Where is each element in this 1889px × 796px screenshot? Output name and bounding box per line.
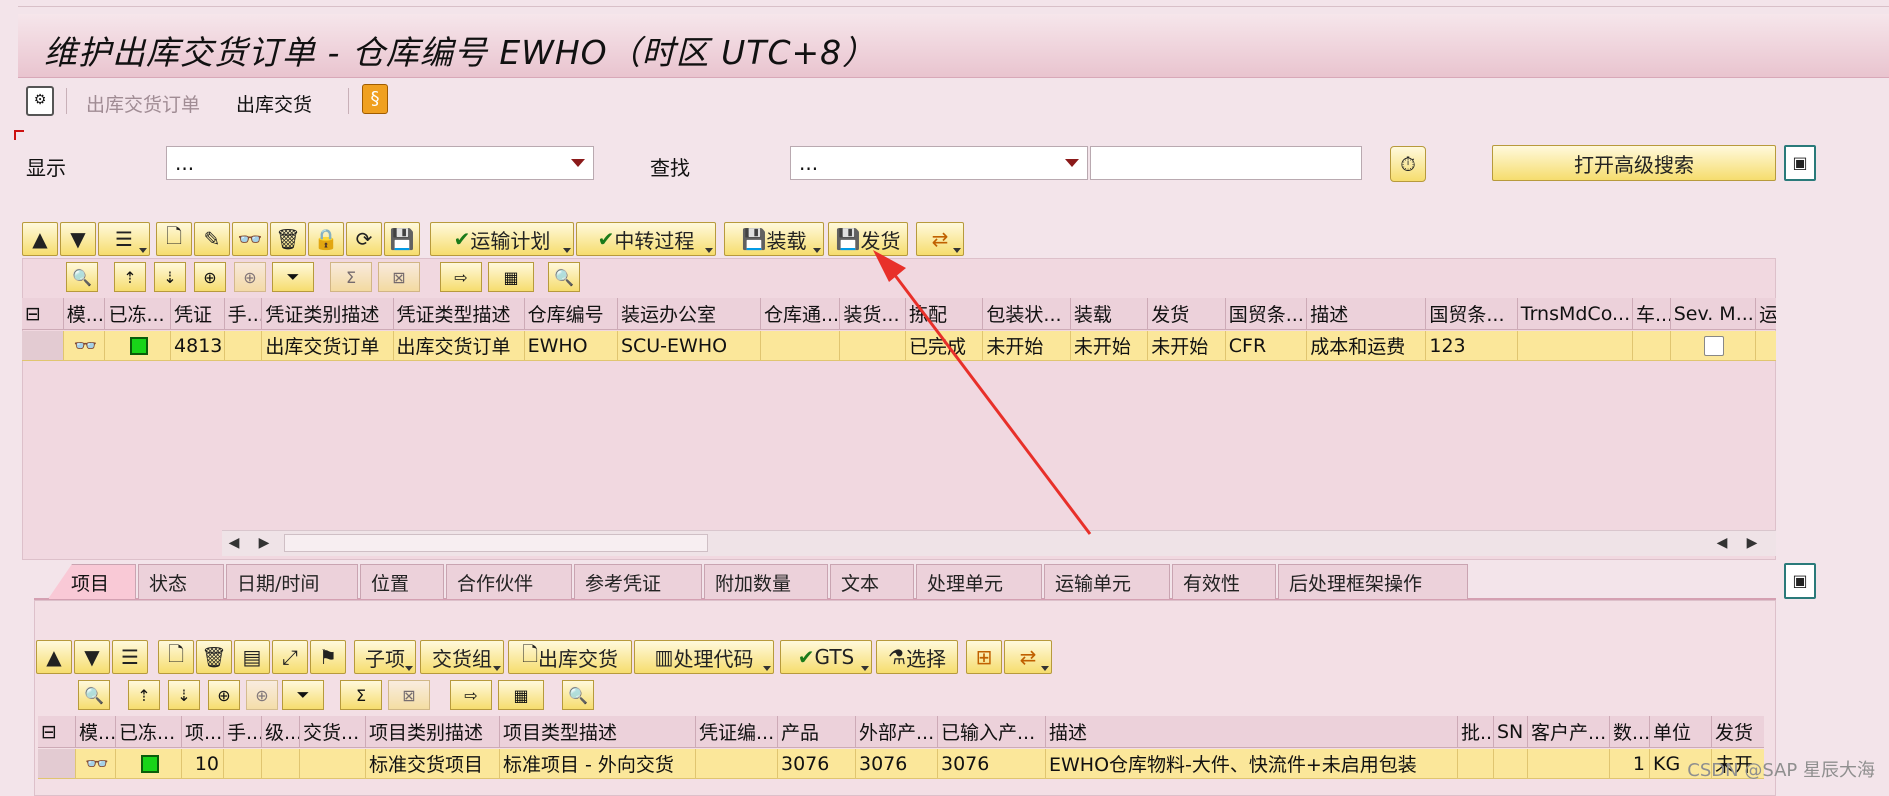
arrow-shaft — [883, 261, 1092, 535]
watermark-text: CSDN @SAP 星辰大海 — [1687, 760, 1875, 781]
arrow-head — [873, 250, 906, 282]
annotation-arrow — [873, 250, 1092, 535]
